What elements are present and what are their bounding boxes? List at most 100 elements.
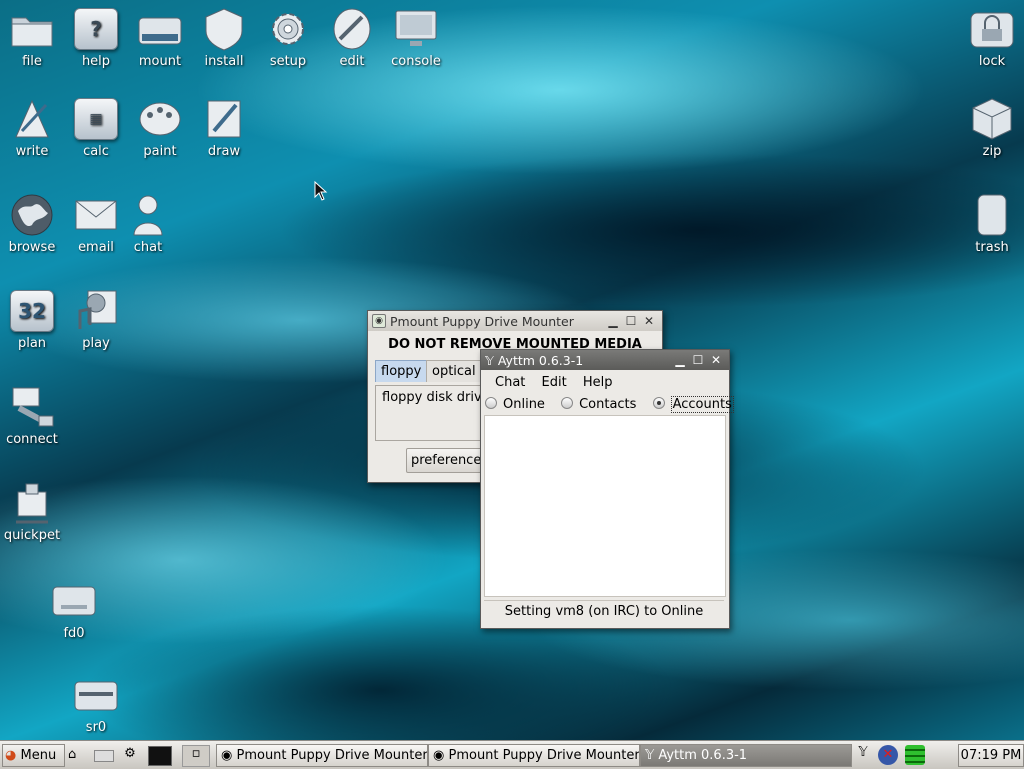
desktop-icon-help[interactable]: ? help: [64, 8, 128, 69]
quicklaunch-home-icon[interactable]: ⌂: [68, 747, 86, 763]
optical-drive-icon: [74, 681, 118, 711]
desktop-icon-zip[interactable]: zip: [960, 98, 1024, 159]
desktop-label-paint: paint: [143, 144, 177, 159]
desktop-icon-setup[interactable]: setup: [256, 8, 320, 69]
help-icon: ?: [74, 8, 118, 50]
tab-floppy[interactable]: floppy: [375, 360, 428, 382]
desktop-label-help: help: [81, 54, 111, 69]
desktop-icon-play[interactable]: play: [64, 290, 128, 351]
task-label: Ayttm 0.6.3-1: [658, 748, 748, 763]
desktop-label-setup: setup: [269, 54, 307, 69]
ayttm-title: Ayttm 0.6.3-1: [497, 352, 584, 368]
menu-edit[interactable]: Edit: [542, 375, 567, 390]
desktop-icon-file[interactable]: file: [0, 8, 64, 69]
tray-status-icon[interactable]: [905, 745, 925, 765]
media-icon: [78, 290, 117, 329]
desktop-icon-chat[interactable]: chat: [116, 194, 180, 255]
tray-ayttm-icon[interactable]: 𝕐: [854, 745, 872, 765]
desktop-label-lock: lock: [978, 54, 1006, 69]
desktop-label-sr0: sr0: [85, 720, 107, 735]
write-icon: [15, 99, 49, 138]
calendar-day: 32: [18, 299, 46, 323]
task-label: Pmount Puppy Drive Mounter: [448, 748, 640, 763]
radio-accounts-label: Accounts: [670, 396, 734, 413]
desktop-icon-install[interactable]: install: [192, 8, 256, 69]
close-icon[interactable]: ✕: [707, 353, 725, 367]
quicklaunch-keyboard-icon[interactable]: [94, 750, 114, 762]
network-icon: [12, 387, 54, 427]
desktop-label-play: play: [82, 336, 110, 351]
maximize-icon[interactable]: ☐: [622, 314, 640, 328]
start-menu-button[interactable]: ◕ Menu: [2, 744, 65, 767]
desktop-icon-paint[interactable]: paint: [128, 98, 192, 159]
menu-help[interactable]: Help: [583, 375, 613, 390]
minimize-icon[interactable]: ▁: [671, 353, 689, 367]
minimize-icon[interactable]: ▁: [604, 314, 622, 328]
edit-icon: [333, 8, 371, 50]
desktop-label-console: console: [391, 54, 441, 69]
desktop-icon-trash[interactable]: trash: [960, 194, 1024, 255]
desktop-label-install: install: [204, 54, 244, 69]
pager-icon[interactable]: ▫: [182, 745, 210, 767]
radio-online[interactable]: Online: [485, 397, 545, 412]
quicklaunch-desktop-icon[interactable]: [148, 746, 172, 766]
folder-icon: [11, 17, 53, 47]
desktop-label-mount: mount: [138, 54, 182, 69]
box-icon: [972, 98, 1012, 140]
taskbar-clock[interactable]: 07:19 PM: [958, 744, 1024, 767]
desktop-label-chat: chat: [133, 240, 163, 255]
radio-online-label: Online: [503, 397, 545, 412]
desktop-icon-write[interactable]: write: [0, 98, 64, 159]
desktop-label-draw: draw: [207, 144, 241, 159]
task-ayttm[interactable]: 𝕐 Ayttm 0.6.3-1: [640, 744, 852, 767]
menu-chat[interactable]: Chat: [495, 375, 525, 390]
envelope-icon: [75, 200, 117, 230]
desktop-label-zip: zip: [982, 144, 1002, 159]
ayttm-status-bar: Setting vm8 (on IRC) to Online: [484, 600, 724, 623]
desktop-icon-plan[interactable]: 32 plan: [0, 290, 64, 351]
desktop-icon-console[interactable]: console: [384, 8, 448, 69]
task-pmount-2[interactable]: ◉ Pmount Puppy Drive Mounter: [428, 744, 640, 767]
desktop-icon-sr0[interactable]: sr0: [64, 674, 128, 735]
task-label: Pmount Puppy Drive Mounter: [236, 748, 428, 763]
pmount-titlebar[interactable]: ◉ Pmount Puppy Drive Mounter ▁ ☐ ✕: [368, 311, 662, 331]
desktop-label-quickpet: quickpet: [3, 528, 61, 543]
lock-icon: [970, 12, 1014, 48]
floppy-drive-icon: [52, 586, 96, 616]
desktop-icon-quickpet[interactable]: quickpet: [0, 482, 64, 543]
accounts-list[interactable]: [484, 415, 726, 597]
radio-contacts-label: Contacts: [579, 397, 637, 412]
desktop-label-plan: plan: [17, 336, 47, 351]
ayttm-window[interactable]: 𝕐 Ayttm 0.6.3-1 ▁ ☐ ✕ Chat Edit Help Onl…: [480, 349, 734, 629]
desktop-icon-calc[interactable]: ▦ calc: [64, 98, 128, 159]
radio-accounts[interactable]: Accounts: [652, 396, 734, 413]
desktop-icon-mount[interactable]: mount: [128, 8, 192, 69]
ayttm-task-icon: 𝕐: [645, 748, 659, 763]
preferences-button[interactable]: preference: [406, 448, 487, 473]
quicklaunch-settings-icon[interactable]: ⚙: [121, 746, 139, 764]
tab-optical[interactable]: optical: [426, 360, 482, 382]
radio-button-selected-icon: [652, 397, 665, 409]
close-icon[interactable]: ✕: [640, 314, 658, 328]
radio-button-icon: [485, 397, 497, 409]
tray-network-disconnected-icon[interactable]: ✕: [878, 745, 898, 765]
taskbar: ◕ Menu ⌂ ⚙ ▫ ◉ Pmount Puppy Drive Mounte…: [0, 740, 1024, 769]
desktop-icon-connect[interactable]: connect: [0, 386, 64, 447]
desktop-icon-browse[interactable]: browse: [0, 194, 64, 255]
monitor-icon: [395, 10, 437, 46]
desktop-icon-edit[interactable]: edit: [320, 8, 384, 69]
pmount-drive-text: floppy disk driv: [382, 390, 482, 405]
trash-icon: [977, 194, 1007, 236]
desktop-icon-draw[interactable]: draw: [192, 98, 256, 159]
desktop-icon-lock[interactable]: lock: [960, 8, 1024, 69]
gear-icon: [272, 13, 304, 45]
ayttm-titlebar[interactable]: 𝕐 Ayttm 0.6.3-1 ▁ ☐ ✕: [481, 350, 729, 370]
radio-contacts[interactable]: Contacts: [561, 397, 636, 412]
pmount-title: Pmount Puppy Drive Mounter: [390, 313, 574, 329]
desktop-label-fd0: fd0: [63, 626, 85, 641]
task-pmount-1[interactable]: ◉ Pmount Puppy Drive Mounter: [216, 744, 428, 767]
maximize-icon[interactable]: ☐: [689, 353, 707, 367]
radio-button-icon: [561, 397, 574, 409]
mouse-cursor-icon: [314, 181, 328, 201]
desktop-icon-fd0[interactable]: fd0: [42, 580, 106, 641]
